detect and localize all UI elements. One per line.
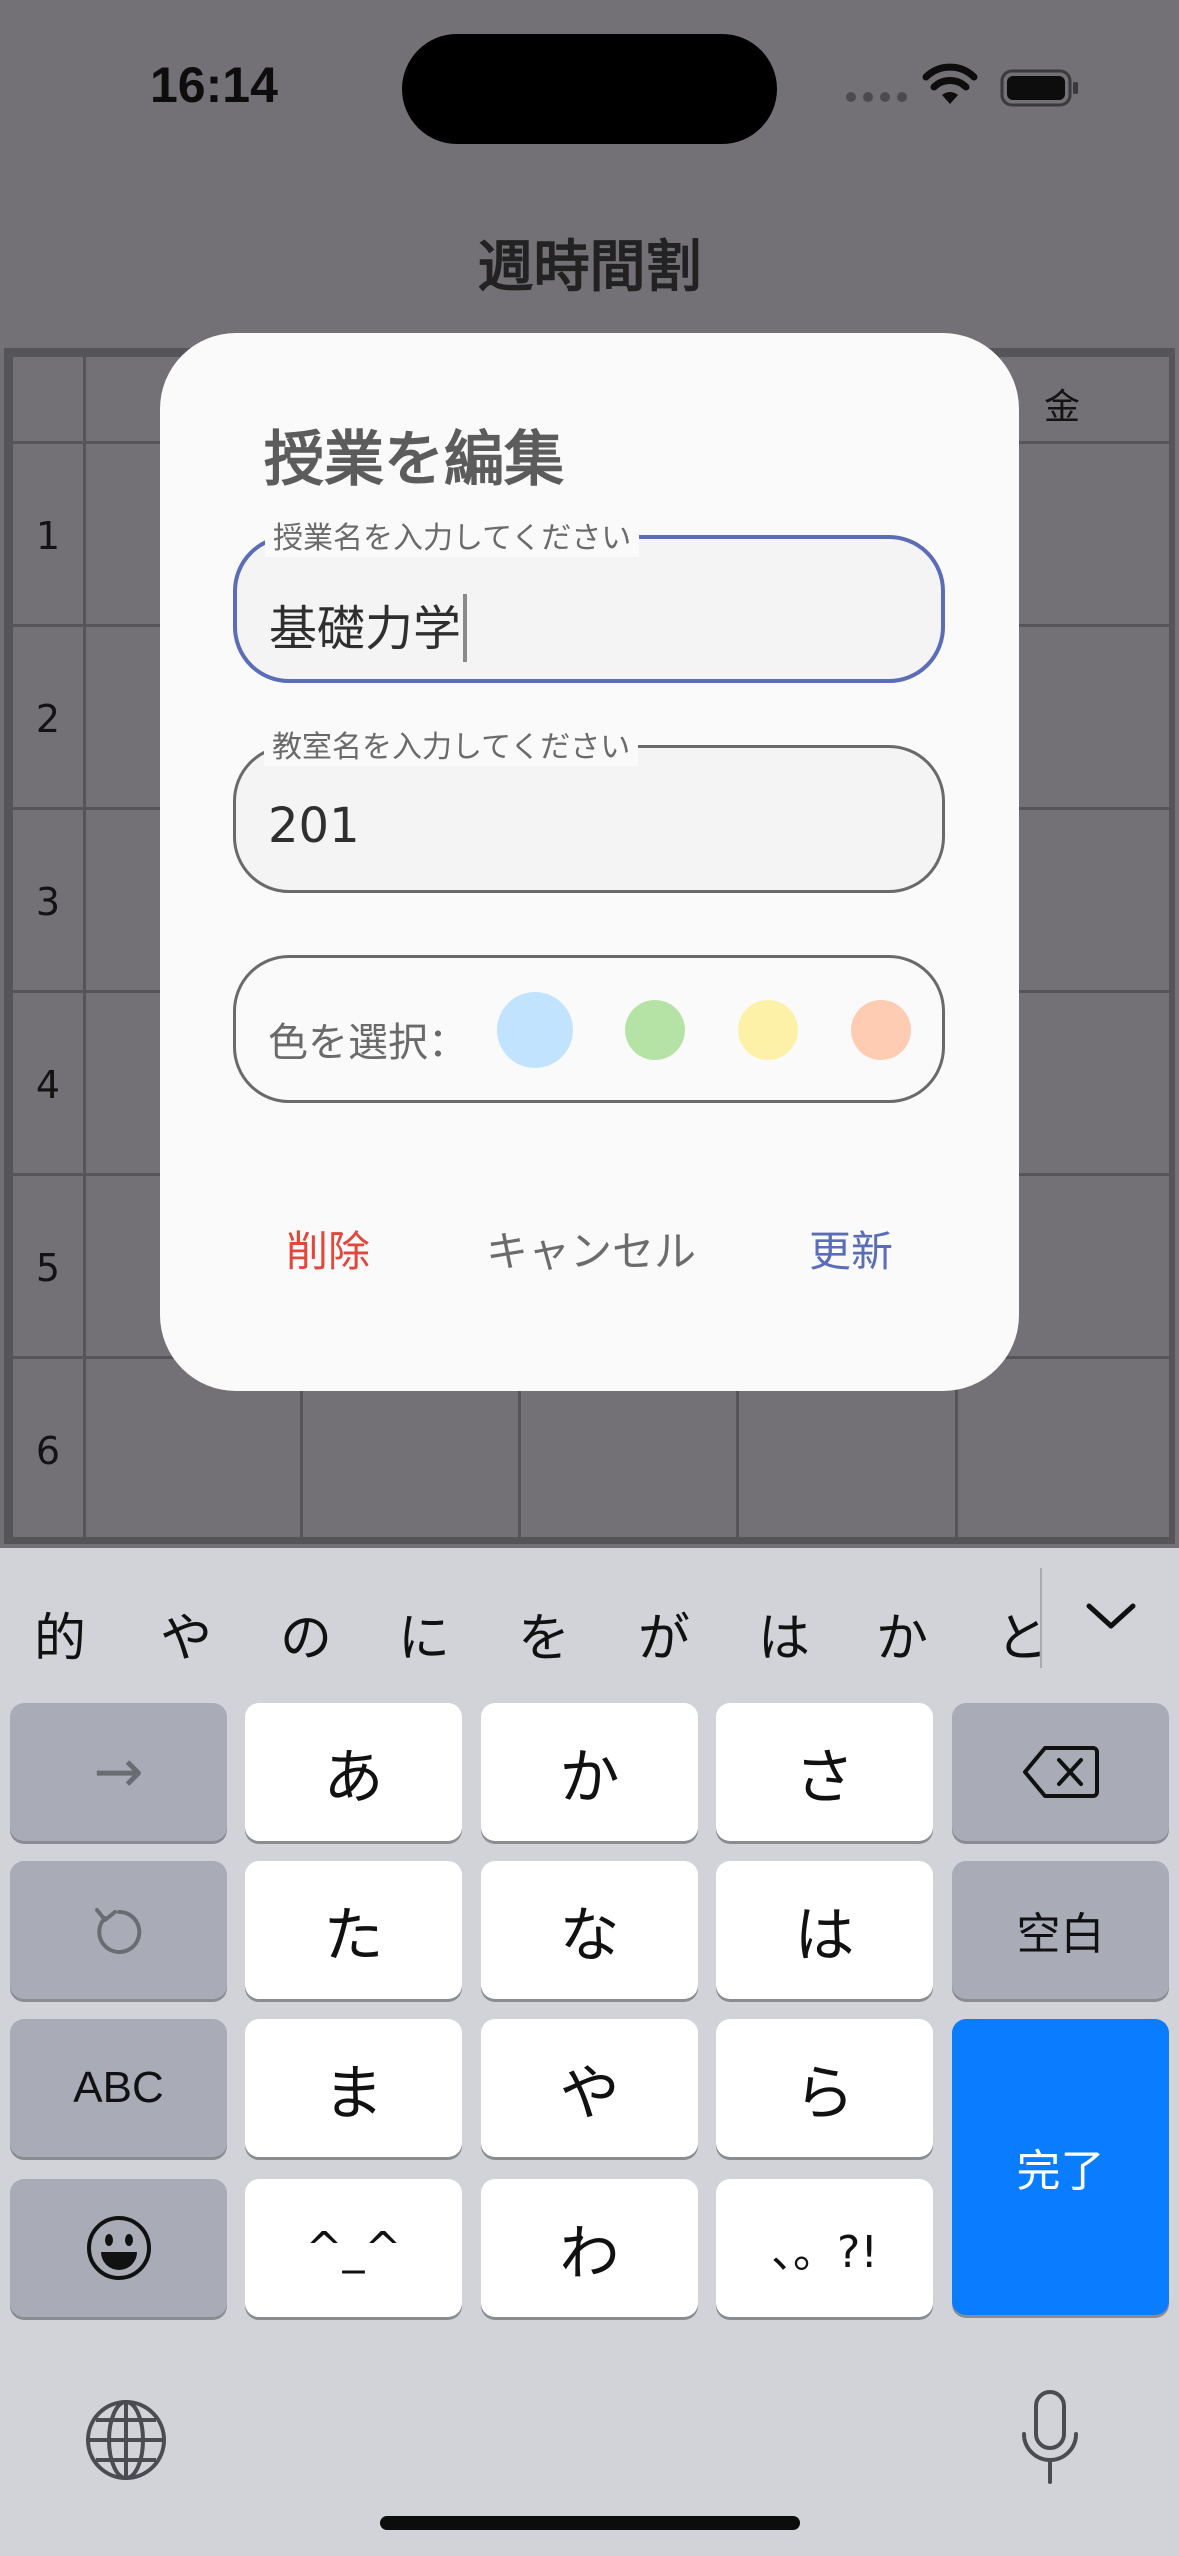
backspace-key[interactable] xyxy=(952,1703,1169,1841)
candidate-word[interactable]: は xyxy=(758,1596,810,1671)
kaomoji-key[interactable]: ^_^ xyxy=(245,2179,462,2317)
delete-button[interactable]: 削除 xyxy=(286,1218,370,1279)
text-caret xyxy=(463,594,468,662)
day-label-fri: 金 xyxy=(1044,387,1081,428)
key-a[interactable]: あ xyxy=(245,1703,462,1841)
candidate-word[interactable]: か xyxy=(876,1596,928,1671)
key-ma[interactable]: ま xyxy=(245,2019,462,2157)
key-sa[interactable]: さ xyxy=(716,1703,933,1841)
course-name-input[interactable]: 基礎力学 xyxy=(269,589,468,662)
punctuation-key[interactable]: 、。?! xyxy=(716,2179,933,2317)
room-name-input[interactable]: 201 xyxy=(268,798,360,854)
candidate-divider xyxy=(1040,1568,1042,1668)
next-key[interactable]: → xyxy=(10,1703,227,1841)
signal-dots-icon xyxy=(846,92,907,102)
room-name-label: 教室名を入力してください xyxy=(264,722,639,766)
course-name-field[interactable]: 授業名を入力してください 基礎力学 xyxy=(233,513,945,683)
dialog-title: 授業を編集 xyxy=(264,425,564,495)
cancel-button[interactable]: キャンセル xyxy=(486,1218,696,1279)
color-swatch-yellow[interactable] xyxy=(738,1000,798,1060)
period-label: 6 xyxy=(35,1429,61,1473)
undo-icon xyxy=(94,1908,141,1954)
page-title: 週時間割 xyxy=(477,235,702,300)
dynamic-island xyxy=(402,34,777,144)
emoji-key[interactable] xyxy=(10,2179,227,2317)
candidate-word[interactable]: や xyxy=(160,1596,212,1671)
candidate-word[interactable]: の xyxy=(280,1596,332,1671)
course-name-label: 授業名を入力してください xyxy=(265,513,640,557)
japanese-keyboard: 的 や の に を が は か と → あ か さ た な は 空白 ABC ま… xyxy=(0,1548,1179,2556)
key-ka[interactable]: か xyxy=(481,1703,698,1841)
status-bar: 16:14 xyxy=(0,0,1179,170)
color-swatch-orange[interactable] xyxy=(851,1000,911,1060)
candidate-word[interactable]: を xyxy=(518,1596,570,1671)
wifi-icon xyxy=(922,63,978,104)
period-label: 5 xyxy=(35,1246,61,1290)
key-ya[interactable]: や xyxy=(481,2019,698,2157)
abc-key[interactable]: ABC xyxy=(10,2019,227,2157)
home-indicator xyxy=(380,2516,800,2530)
period-label: 2 xyxy=(35,697,61,741)
key-ha[interactable]: は xyxy=(716,1861,933,1999)
color-picker-label: 色を選択： xyxy=(268,1020,468,1066)
emoji-icon xyxy=(86,2216,151,2280)
undo-key[interactable] xyxy=(10,1861,227,1999)
candidate-word[interactable]: に xyxy=(398,1596,450,1671)
candidate-word[interactable]: が xyxy=(638,1596,690,1671)
edit-class-dialog: 授業を編集 授業名を入力してください 基礎力学 教室名を入力してください 201… xyxy=(160,333,1019,1391)
candidate-word[interactable]: 的 xyxy=(34,1596,86,1671)
color-swatch-blue[interactable] xyxy=(497,992,573,1068)
color-picker: 色を選択： xyxy=(233,955,945,1103)
period-label: 4 xyxy=(35,1063,61,1107)
key-ta[interactable]: た xyxy=(245,1861,462,1999)
backspace-icon xyxy=(1022,1746,1099,1798)
update-button[interactable]: 更新 xyxy=(809,1218,893,1279)
key-ra[interactable]: ら xyxy=(716,2019,933,2157)
key-wa[interactable]: わ xyxy=(481,2179,698,2317)
color-swatch-green[interactable] xyxy=(625,1000,685,1060)
key-na[interactable]: な xyxy=(481,1861,698,1999)
candidate-word[interactable]: と xyxy=(996,1596,1040,1671)
status-time: 16:14 xyxy=(150,57,278,113)
battery-icon xyxy=(1000,69,1078,107)
microphone-icon[interactable] xyxy=(1018,2388,1082,2488)
done-key[interactable]: 完了 xyxy=(952,2019,1169,2315)
period-label: 3 xyxy=(35,880,61,924)
room-name-field[interactable]: 教室名を入力してください 201 xyxy=(233,722,945,893)
space-key[interactable]: 空白 xyxy=(952,1861,1169,1999)
period-label: 1 xyxy=(35,514,61,558)
chevron-down-icon[interactable] xyxy=(1083,1596,1139,1636)
globe-icon[interactable] xyxy=(84,2398,168,2482)
